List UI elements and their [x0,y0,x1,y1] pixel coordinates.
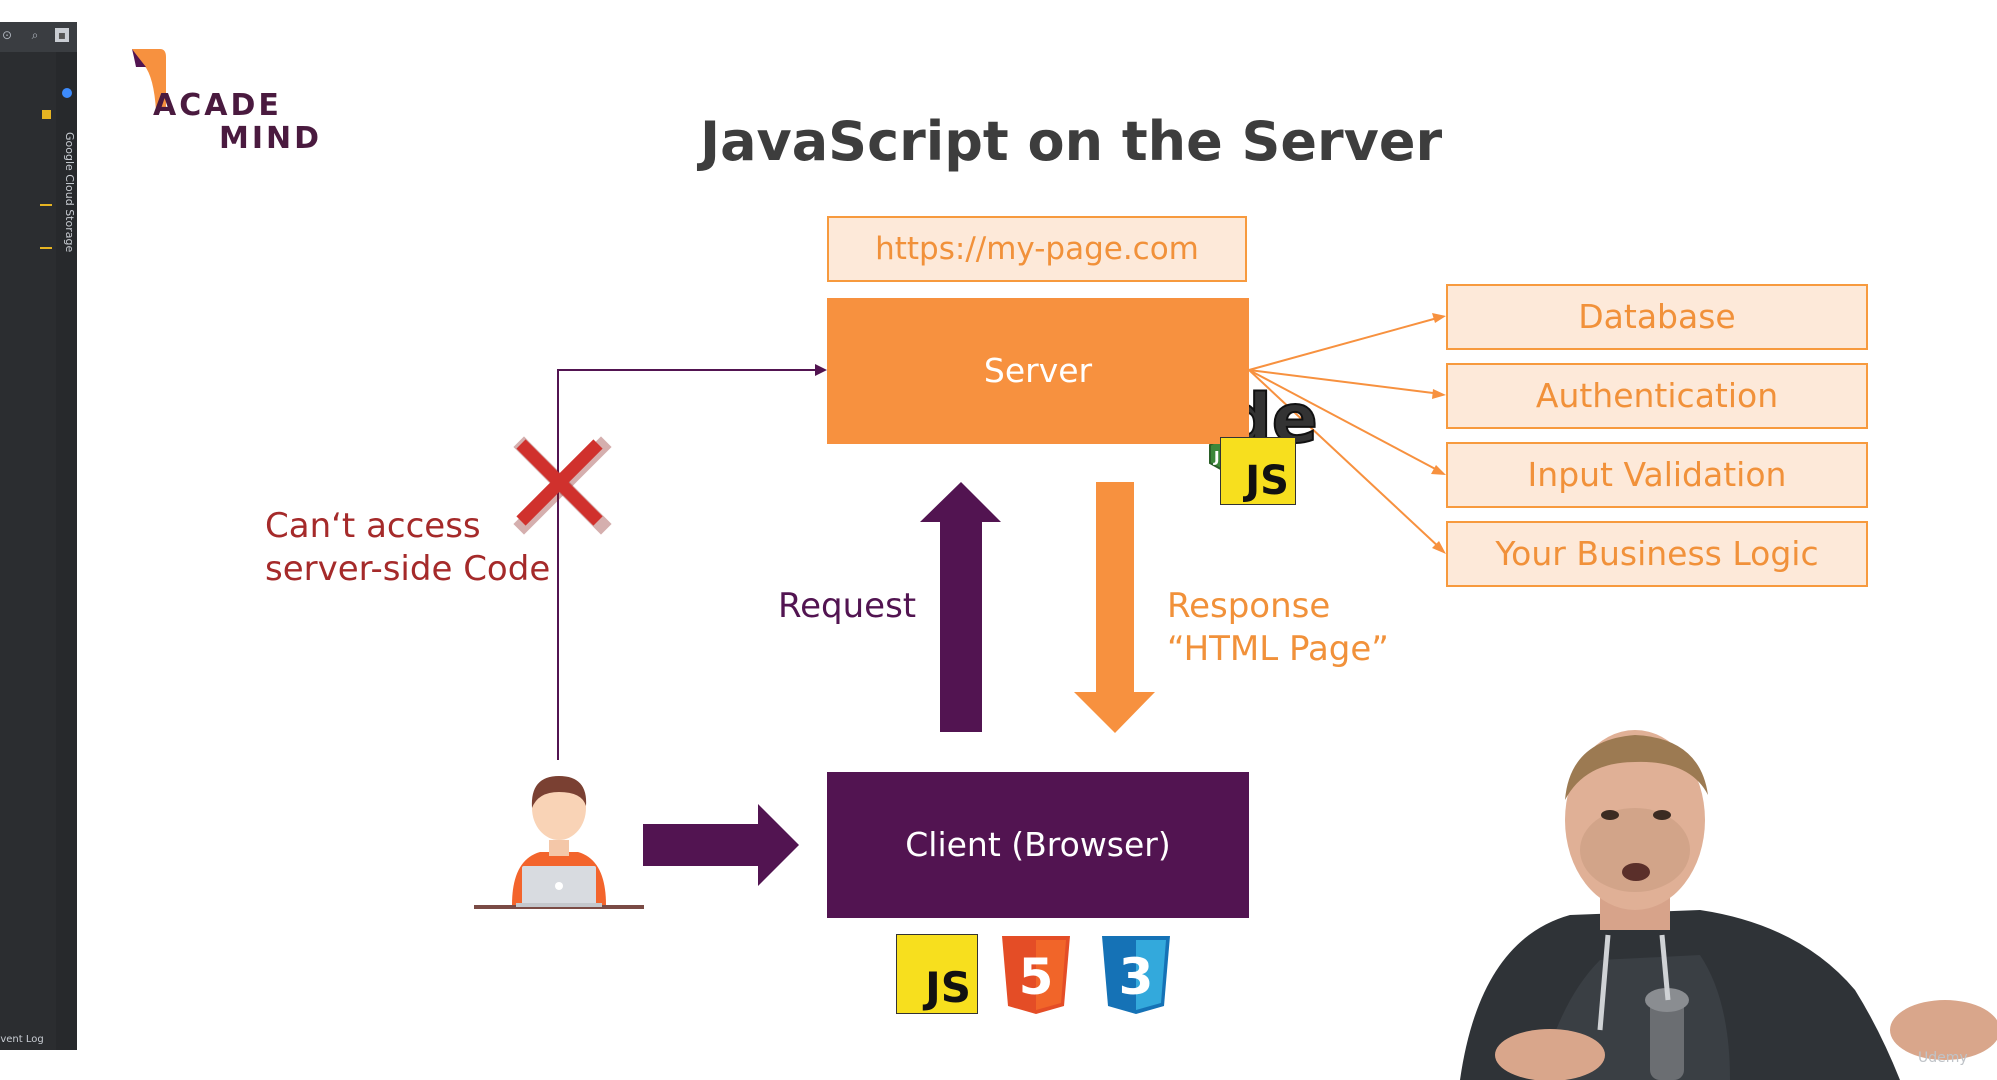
client-browser-box: Client (Browser) [827,772,1249,918]
authentication-box: Authentication [1446,363,1868,429]
nodejs-js-badge: JS [1220,437,1296,505]
presenter-video [1460,730,1997,1080]
html5-logo-icon: 5 [1002,936,1070,1014]
cant-access-label: Can‘t access server-side Code [265,505,550,591]
request-label: Request [778,586,917,626]
server-to-database-line [1248,316,1442,371]
udemy-watermark: Udemy [1918,1050,1968,1066]
response-label-line1: Response [1167,586,1331,626]
user-to-client-arrow [643,804,799,886]
business-logic-box: Your Business Logic [1446,521,1868,587]
cant-access-line2: server-side Code [265,549,551,589]
arrowhead [1432,313,1446,323]
arrowhead [1432,389,1446,399]
database-box: Database [1446,284,1868,350]
arrowhead [1431,465,1446,475]
server-box: Server [827,298,1249,444]
url-box: https://my-page.com [827,216,1247,282]
css3-number: 3 [1119,948,1154,1006]
user-avatar-icon [474,776,644,909]
input-validation-box: Input Validation [1446,442,1868,508]
request-arrow [920,482,1001,732]
css3-logo-icon: 3 [1102,936,1170,1014]
html5-number: 5 [1019,948,1054,1006]
connector-arrowhead [815,364,827,376]
user-to-server-connector [557,369,822,760]
response-label: Response “HTML Page” [1167,585,1389,671]
response-arrow [1074,482,1155,733]
cant-access-line1: Can‘t access [265,506,481,546]
javascript-logo-icon: JS [896,934,978,1014]
response-label-line2: “HTML Page” [1167,629,1389,669]
